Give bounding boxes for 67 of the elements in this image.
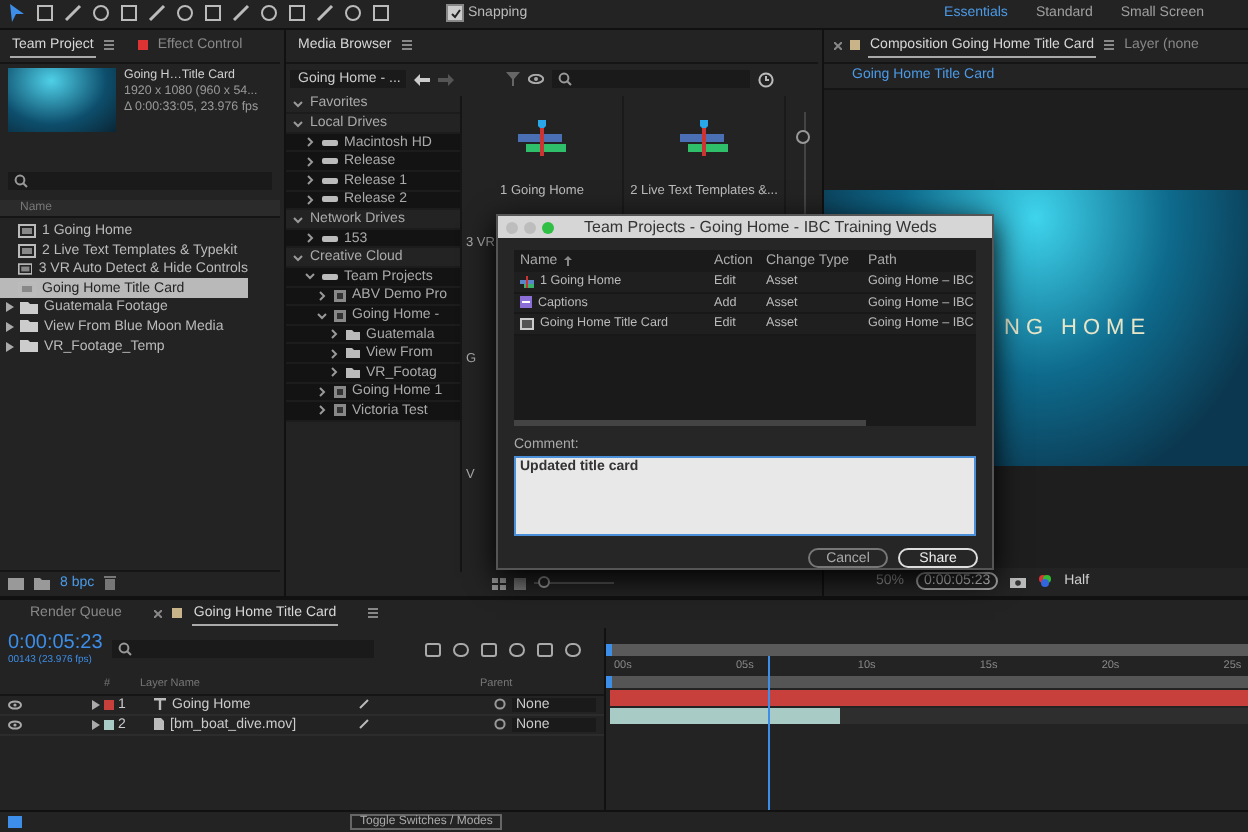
file-icon: [154, 718, 164, 731]
new-composition-icon[interactable]: [8, 577, 24, 590]
label-color-swatch[interactable]: [104, 719, 114, 730]
color-label-icon: [850, 40, 860, 51]
chevron-icon[interactable]: [316, 309, 328, 322]
chevron-icon[interactable]: [328, 366, 340, 379]
chevron-icon[interactable]: [304, 232, 316, 245]
label-color-swatch[interactable]: [104, 699, 114, 710]
list-view-icon[interactable]: [513, 577, 525, 590]
composition-icon: [520, 275, 534, 288]
search-icon: [558, 72, 572, 87]
slider-thumb[interactable]: [796, 130, 810, 145]
menu-icon[interactable]: [401, 40, 412, 51]
back-arrow-icon[interactable]: [414, 73, 430, 86]
slider-thumb[interactable]: [537, 576, 549, 589]
chevron-icon[interactable]: [292, 97, 304, 110]
eye-icon[interactable]: [8, 719, 22, 730]
menu-icon[interactable]: [1104, 40, 1115, 51]
camera-icon[interactable]: [1010, 575, 1027, 588]
dialog-title: Team Projects - Going Home - IBC Training Weds: [584, 218, 937, 236]
chevron-icon[interactable]: [304, 155, 316, 168]
footage-icon: [520, 317, 534, 330]
history-icon[interactable]: [758, 71, 774, 88]
time-navigator[interactable]: [606, 643, 612, 656]
drive-icon: [322, 273, 338, 280]
search-icon: [14, 173, 28, 188]
chevron-icon[interactable]: [292, 251, 304, 264]
search-field[interactable]: [8, 171, 272, 190]
chevron-icon[interactable]: [316, 289, 328, 302]
search-icon: [118, 642, 133, 657]
eye-icon[interactable]: [8, 699, 22, 710]
composition-thumbnail-icon[interactable]: [518, 119, 566, 156]
chevron-icon[interactable]: [316, 404, 328, 417]
chevron-icon[interactable]: [292, 117, 304, 130]
grid-view-icon[interactable]: [491, 577, 505, 590]
drive-icon: [322, 235, 338, 242]
chevron-icon[interactable]: [304, 136, 316, 149]
color-label-icon: [171, 608, 182, 619]
composition-thumbnail-icon[interactable]: [680, 119, 728, 156]
current-time[interactable]: 0:00:05:23: [8, 632, 103, 655]
photo-placeholder: [8, 67, 116, 132]
sort-arrow-icon: [563, 256, 572, 266]
trash-icon[interactable]: [104, 576, 117, 591]
work-area-bar[interactable]: [606, 675, 612, 688]
filter-icon[interactable]: [506, 72, 520, 87]
layer-duration-bar[interactable]: [610, 707, 840, 724]
close-icon[interactable]: [153, 609, 162, 618]
eye-icon[interactable]: [528, 74, 544, 85]
color-label-icon: [137, 40, 148, 51]
text-layer-icon: [154, 698, 166, 711]
chevron-icon[interactable]: [316, 385, 328, 398]
close-icon[interactable]: [834, 41, 842, 50]
new-folder-icon[interactable]: [34, 577, 50, 590]
title-text: NG HOME: [1004, 316, 1152, 341]
search-field[interactable]: [552, 70, 750, 89]
menu-icon[interactable]: [368, 608, 379, 619]
snapping-checkbox[interactable]: [446, 4, 464, 23]
search-field[interactable]: [112, 640, 375, 659]
chevron-icon[interactable]: [304, 270, 316, 283]
captions-icon: [520, 296, 532, 309]
menu-icon[interactable]: [103, 40, 114, 51]
chevron-icon[interactable]: [328, 328, 340, 341]
chevron-icon[interactable]: [304, 174, 316, 187]
chevron-icon[interactable]: [292, 213, 304, 226]
chevron-icon[interactable]: [328, 347, 340, 360]
chevron-icon[interactable]: [304, 193, 316, 206]
color-channels-icon[interactable]: [1038, 574, 1053, 589]
